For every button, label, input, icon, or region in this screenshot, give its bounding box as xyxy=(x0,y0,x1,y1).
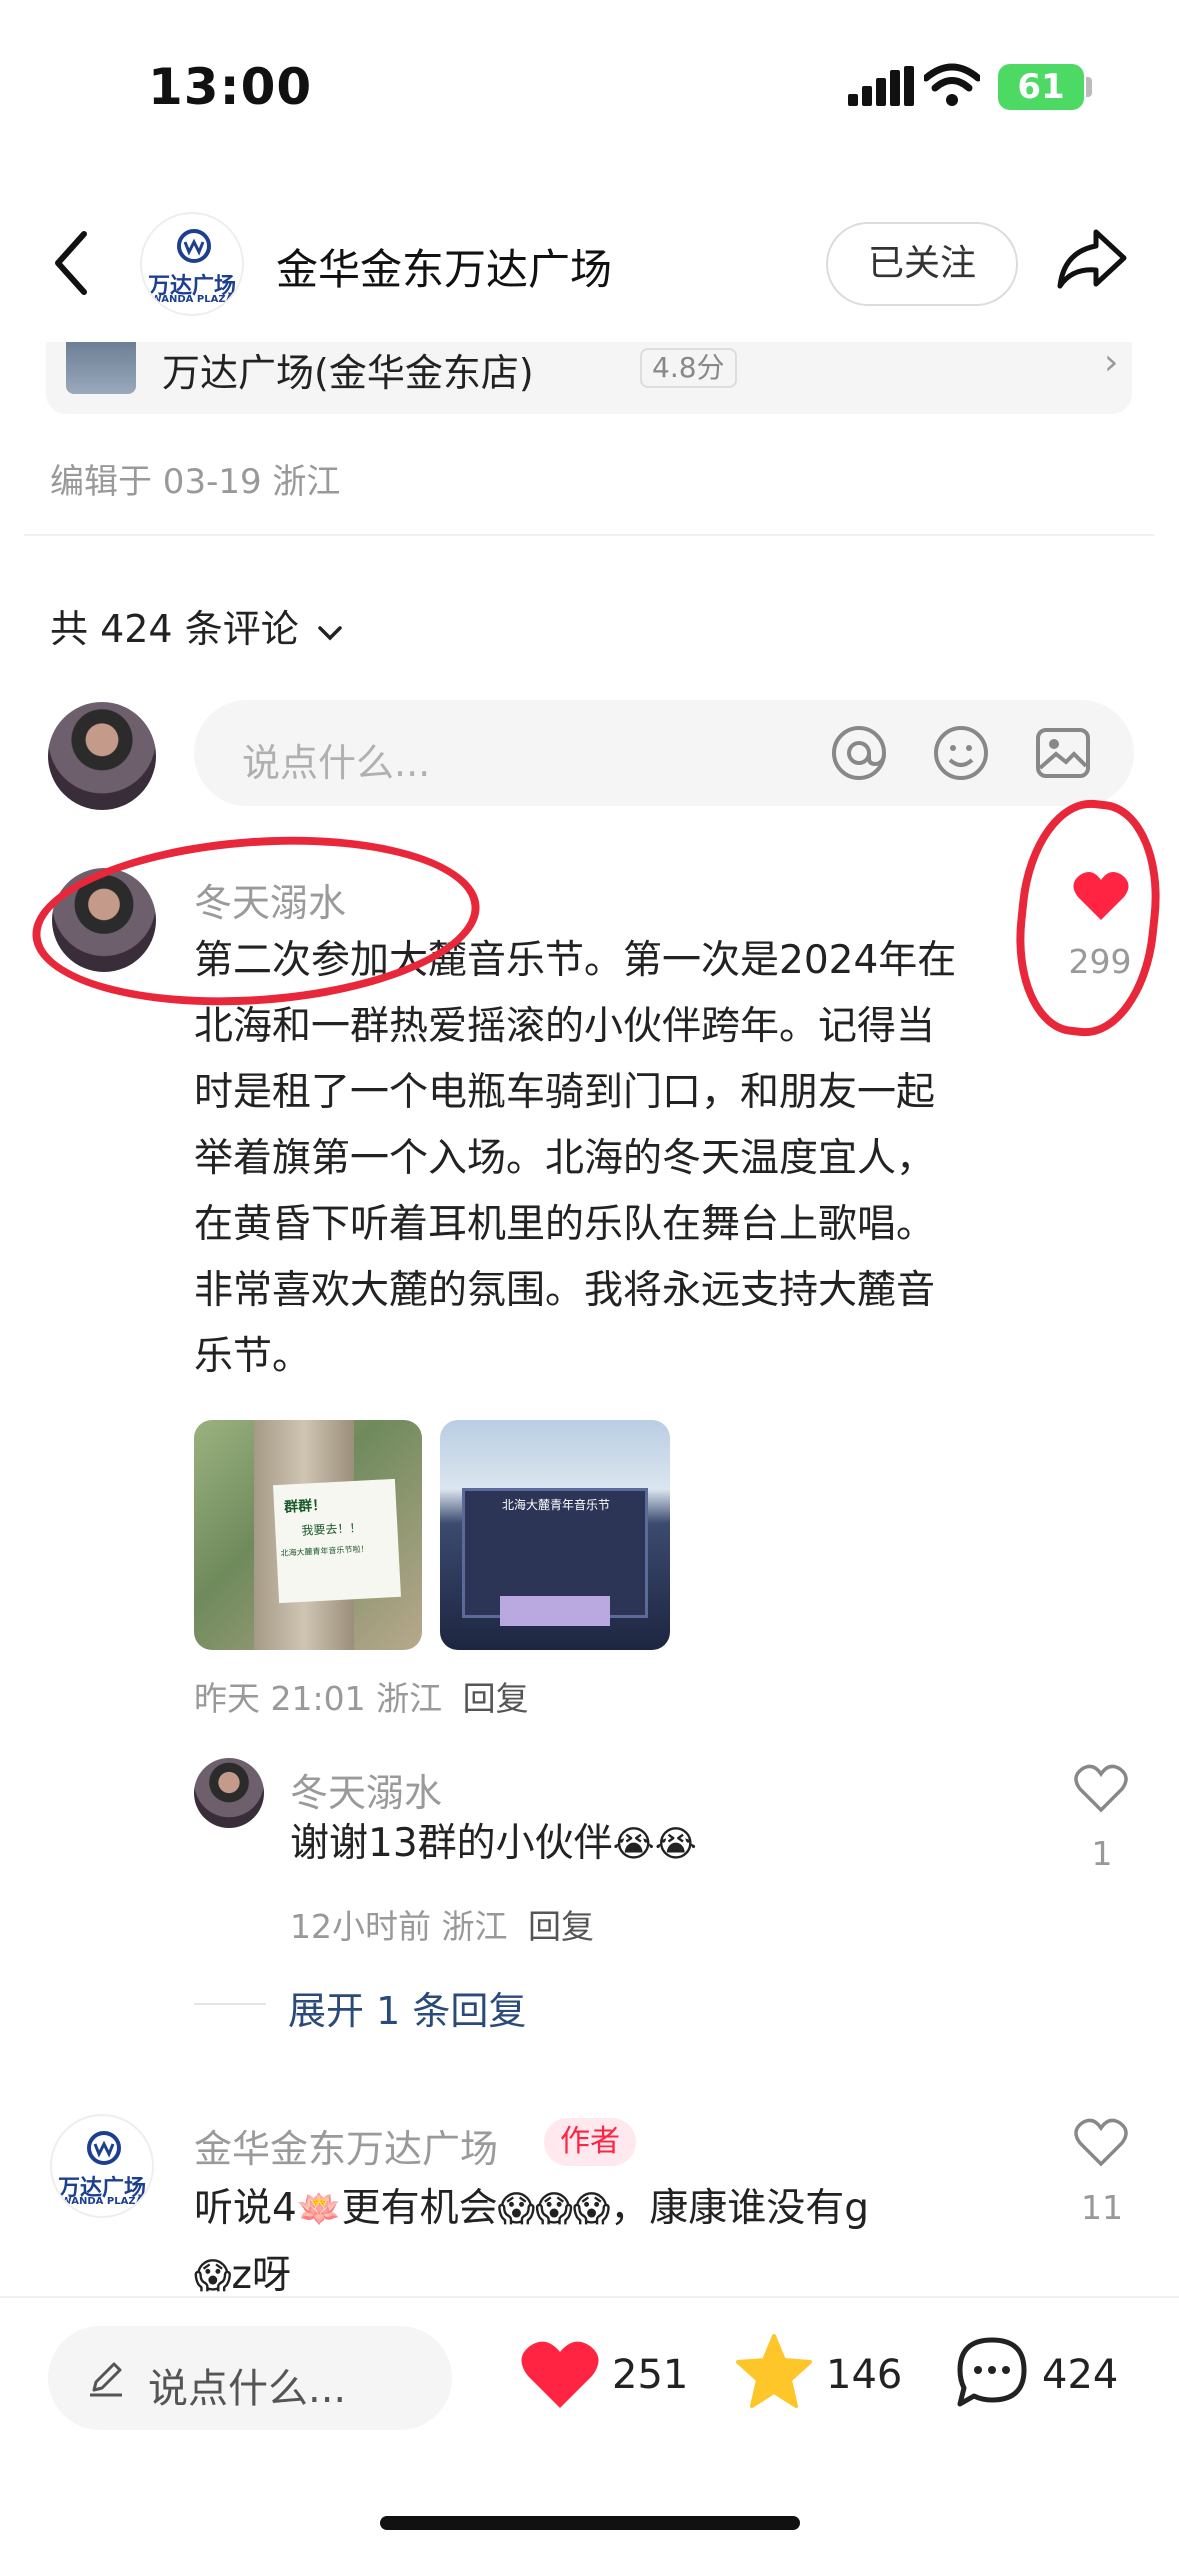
annotation-circle-likes xyxy=(1006,793,1170,1043)
reply-like-count: 1 xyxy=(1091,1834,1113,1873)
share-icon[interactable] xyxy=(1056,226,1128,296)
scream-emoji-icon: 😱😱😱 xyxy=(497,2189,611,2230)
location-name: 万达广场(金华金东店) xyxy=(162,351,534,395)
author-text-part: 更有机会 xyxy=(341,2186,498,2231)
comment-text-line: 举着旗第一个入场。北海的冬天温度宜人， xyxy=(194,1136,936,1181)
wanda-logo-icon xyxy=(86,2130,122,2170)
emoji-icon[interactable] xyxy=(932,724,990,786)
author-text-part: ，康康谁没有g xyxy=(610,2186,870,2231)
wanda-logo-icon xyxy=(176,228,212,268)
logo-text-en: WANDA PLAZA xyxy=(150,294,234,305)
heart-outline-icon[interactable] xyxy=(1074,2118,1128,2172)
like-count: 251 xyxy=(612,2352,689,2398)
reply-user-name[interactable]: 冬天溺水 xyxy=(290,1762,442,1817)
reply-time-location: 12小时前 浙江 xyxy=(290,1907,508,1946)
image-icon[interactable] xyxy=(1034,724,1092,786)
reply-text: 谢谢13群的小伙伴😭😭 xyxy=(290,1818,697,1871)
chevron-right-icon: › xyxy=(1104,342,1119,383)
crying-emoji-icon: 😭😭 xyxy=(612,1824,697,1865)
bottom-input-placeholder: 说点什么... xyxy=(148,2366,347,2412)
reply-text-body: 谢谢13群的小伙伴 xyxy=(290,1821,613,1866)
battery-indicator: 61 xyxy=(998,64,1084,110)
author-comment-line: 听说4🪷更有机会😱😱😱，康康谁没有g xyxy=(194,2176,994,2243)
author-text-part: z呀 xyxy=(231,2253,292,2298)
status-time: 13:00 xyxy=(148,58,313,116)
author-name[interactable]: 金华金东万达广场 xyxy=(194,2118,498,2173)
photo-sign-paper: 群群！ 我要去！！ 北海大麓青年音乐节啦！ xyxy=(272,1478,402,1604)
pencil-icon xyxy=(86,2358,126,2402)
author-avatar[interactable]: 万达广场 WANDA PLAZA xyxy=(50,2114,154,2218)
edit-info: 编辑于 03-19 浙江 xyxy=(50,462,341,502)
battery-tip xyxy=(1086,77,1092,97)
comment-total-count: 424 xyxy=(1042,2352,1119,2398)
page-title: 金华金东万达广场 xyxy=(276,245,613,294)
reply-reply-button[interactable]: 回复 xyxy=(528,1907,594,1946)
lotus-emoji-icon: 🪷 xyxy=(296,2189,342,2230)
comment-input-placeholder: 说点什么... xyxy=(242,741,431,785)
comment-text: 第二次参加大麓音乐节。第一次是2024年在 北海和一群热爱摇滚的小伙伴跨年。记得… xyxy=(194,928,1024,1390)
divider xyxy=(24,534,1154,536)
comment-text-line: 乐节。 xyxy=(194,1334,312,1379)
comment-text-line: 在黄昏下听着耳机里的乐队在舞台上歌唱。 xyxy=(194,1202,936,1247)
star-icon[interactable] xyxy=(734,2332,814,2416)
my-avatar[interactable] xyxy=(48,702,156,810)
bottom-bar: 说点什么... 251 146 424 xyxy=(0,2296,1179,2556)
author-like-count: 11 xyxy=(1081,2188,1123,2227)
comment-input[interactable]: 说点什么... xyxy=(194,700,1134,806)
location-thumbnail xyxy=(66,342,136,394)
comment-text-line: 非常喜欢大麓的氛围。我将永远支持大麓音 xyxy=(194,1268,936,1313)
mention-icon[interactable] xyxy=(830,724,888,786)
expand-divider xyxy=(194,2003,266,2005)
heart-outline-icon[interactable] xyxy=(1074,1764,1128,1818)
author-text-part: 听说4 xyxy=(194,2186,297,2231)
like-button[interactable] xyxy=(520,2338,600,2414)
author-comment-text: 听说4🪷更有机会😱😱😱，康康谁没有g 😱z呀 xyxy=(194,2176,994,2310)
author-badge: 作者 xyxy=(544,2118,636,2166)
follow-button[interactable]: 已关注 xyxy=(826,222,1018,306)
wifi-icon xyxy=(922,62,982,112)
comment-photo-sign[interactable]: 群群！ 我要去！！ 北海大麓青年音乐节啦！ xyxy=(194,1420,422,1650)
comment-time-location: 昨天 21:01 浙江 xyxy=(194,1679,443,1718)
reply-meta: 12小时前 浙江 回复 xyxy=(290,1900,594,1948)
chevron-down-icon xyxy=(317,607,343,651)
comment-meta: 昨天 21:01 浙江 回复 xyxy=(194,1672,529,1720)
scream-emoji-icon: 😱 xyxy=(194,2256,232,2297)
comment-count-label: 共 424 条评论 xyxy=(50,607,299,651)
star-count: 146 xyxy=(826,2352,903,2398)
photo-stage-banner: 北海大麓青年音乐节 xyxy=(501,1498,610,1512)
bottom-comment-input[interactable]: 说点什么... xyxy=(48,2326,452,2430)
account-avatar[interactable]: 万达广场 WANDA PLAZA xyxy=(140,212,244,316)
reply-button[interactable]: 回复 xyxy=(463,1679,529,1718)
comment-count-sort[interactable]: 共 424 条评论 xyxy=(50,598,343,653)
logo-text-en: WANDA PLAZA xyxy=(60,2196,144,2207)
comment-text-line: 时是租了一个电瓶车骑到门口，和朋友一起 xyxy=(194,1070,936,1115)
reply-avatar[interactable] xyxy=(194,1758,264,1828)
back-icon[interactable] xyxy=(50,228,90,302)
comment-photo-stage[interactable]: 北海大麓青年音乐节 xyxy=(440,1420,670,1650)
comment-text-line: 北海和一群热爱摇滚的小伙伴跨年。记得当 xyxy=(194,1004,936,1049)
home-indicator xyxy=(380,2516,800,2530)
signal-icon xyxy=(848,66,914,110)
location-score: 4.8分 xyxy=(640,348,737,388)
location-card[interactable]: 万达广场(金华金东店) 4.8分 › xyxy=(46,342,1132,414)
comment-bubble-icon[interactable] xyxy=(954,2334,1030,2414)
expand-replies-link[interactable]: 展开 1 条回复 xyxy=(288,1980,526,2035)
